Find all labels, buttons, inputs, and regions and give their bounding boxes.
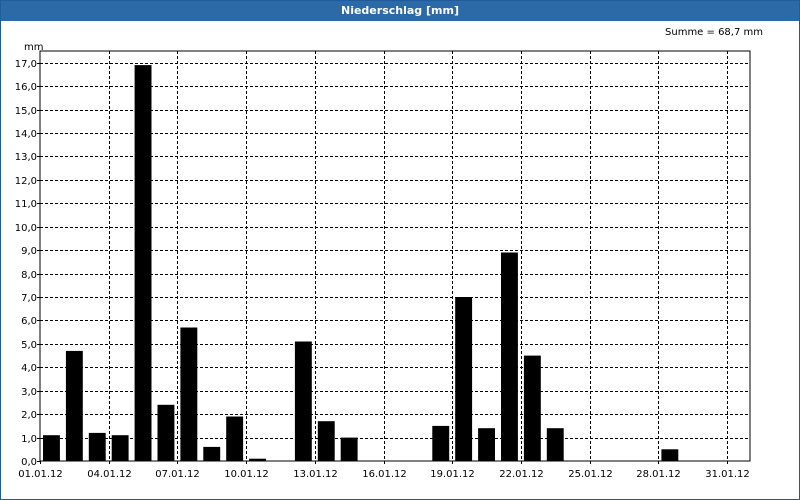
y-tick-label: 11,0 [15,199,37,210]
y-tick-label: 7,0 [21,293,37,304]
x-tick-label: 31.01.12 [705,469,750,480]
x-tick-label: 07.01.12 [155,469,200,480]
bar-04-01-12 [111,435,129,461]
x-tick-label: 16.01.12 [362,469,407,480]
x-tick-label: 04.01.12 [87,469,132,480]
bar-22-01-12 [523,355,541,461]
x-tick-labels: 01.01.12 04.01.12 07.01.12 10.01.12 13.01.12… [18,469,750,480]
bar-23-01-12 [546,428,564,461]
bar-05-01-12 [134,65,152,461]
bars-group [43,65,679,461]
x-tick-label: 01.01.12 [18,469,63,480]
y-tick-label: 15,0 [15,106,37,117]
y-tick-label: 1,0 [21,434,37,445]
bar-07-01-12 [180,327,198,461]
y-tick-label: 6,0 [21,316,37,327]
bar-01-01-12 [43,435,60,461]
bar-06-01-12 [157,404,175,461]
bar-21-01-12 [501,252,518,461]
x-tick-label: 13.01.12 [293,469,338,480]
bar-12-01-12 [294,341,312,461]
y-tick-label: 17,0 [15,59,37,70]
bar-18-01-12 [432,425,450,461]
bar-chart: mm 0,01,02,03,04,05,06,07,08,09,010,011,… [15,42,751,480]
y-tick-label: 16,0 [15,82,37,93]
y-tick-label: 3,0 [21,387,37,398]
bar-28-01-12 [661,449,679,461]
y-tick-label: 5,0 [21,340,37,351]
y-tick-label: 9,0 [21,246,37,257]
y-tick-label: 12,0 [15,176,37,187]
bar-08-01-12 [203,446,221,461]
bar-14-01-12 [340,437,358,461]
y-tick-label: 10,0 [15,223,37,234]
bar-03-01-12 [88,432,106,461]
chart-window: Niederschlag [mm] Summe = 68,7 mm mm 0,0… [0,0,800,500]
x-tick-label: 19.01.12 [430,469,475,480]
y-tick-label: 8,0 [21,270,37,281]
bar-20-01-12 [478,428,495,461]
bar-02-01-12 [65,350,83,461]
y-tick-label: 4,0 [21,363,37,374]
y-tick-label: 13,0 [15,152,37,163]
bar-13-01-12 [317,421,335,461]
y-tick-label: 0,0 [21,457,37,468]
y-tick-label: 2,0 [21,410,37,421]
bar-19-01-12 [455,297,473,461]
x-tick-label: 22.01.12 [499,469,544,480]
x-tick-label: 28.01.12 [636,469,681,480]
x-tick-label: 10.01.12 [224,469,269,480]
y-tick-label: 14,0 [15,129,37,140]
x-tick-label: 25.01.12 [568,469,613,480]
y-tick-labels: 0,0 1,0 2,0 3,0 4,0 5,0 6,0 7,0 8,0 9,0 10,0 11,0 12… [15,59,37,468]
bar-09-01-12 [226,416,244,461]
